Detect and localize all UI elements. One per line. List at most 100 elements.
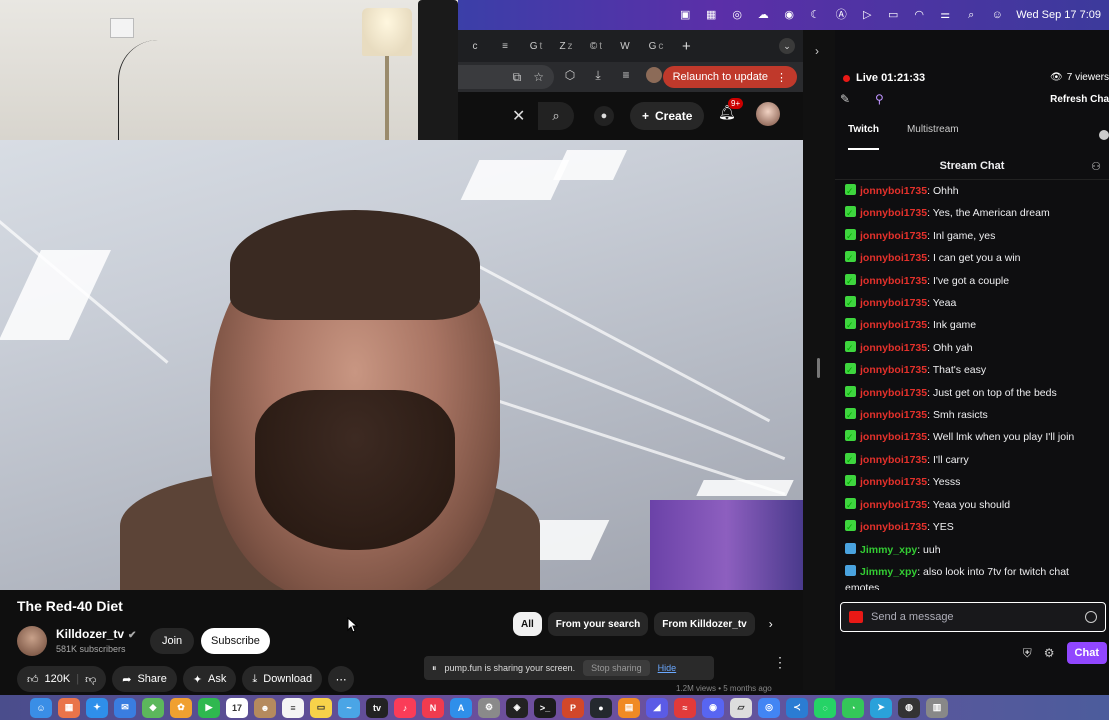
chat-username[interactable]: jonnyboi1735	[860, 342, 927, 354]
more-actions-button[interactable]: ⋯	[328, 666, 355, 692]
github-icon[interactable]: ●	[590, 697, 612, 718]
chat-username[interactable]: jonnyboi1735	[860, 454, 927, 466]
telegram-icon[interactable]: ➤	[870, 697, 892, 718]
browser-tab[interactable]: © t	[586, 38, 606, 54]
download-button[interactable]: ⤓ Download	[242, 666, 323, 692]
like-button[interactable]: 👍︎ 120K | 👎︎	[17, 666, 107, 692]
settings-icon[interactable]: ⚙	[478, 697, 500, 718]
calendar-icon[interactable]: 17	[226, 697, 248, 718]
chevron-right-icon[interactable]: ›	[815, 44, 819, 58]
cast-icon[interactable]: ◎	[730, 9, 744, 21]
bookmark-star-icon[interactable]: ☆	[533, 70, 544, 84]
notes-icon[interactable]: ▭	[310, 697, 332, 718]
spotify-icon[interactable]: ≈	[674, 697, 696, 718]
channel-name[interactable]: Killdozer_tv ✔	[56, 627, 136, 641]
books-icon[interactable]: ▤	[618, 697, 640, 718]
music-icon[interactable]: ♪	[394, 697, 416, 718]
filter-chip[interactable]: From your search	[547, 612, 649, 636]
chat-username[interactable]: Jimmy_xpy	[860, 544, 917, 556]
chat-username[interactable]: jonnyboi1735	[860, 207, 927, 219]
menubar-clock[interactable]: Wed Sep 17 7:09	[1016, 9, 1101, 21]
tab-multistream[interactable]: Multistream	[907, 124, 959, 150]
tab-twitch[interactable]: Twitch	[848, 124, 879, 150]
powerpoint-icon[interactable]: P	[562, 697, 584, 718]
chrome-icon[interactable]: ◎	[758, 697, 780, 718]
browser-tab[interactable]: Gc	[646, 38, 666, 54]
craft-icon[interactable]: ◢	[646, 697, 668, 718]
search-icon[interactable]: ⌕	[964, 9, 978, 21]
chat-username[interactable]: jonnyboi1735	[860, 387, 927, 399]
thumbs-down-icon[interactable]: 👎︎	[85, 673, 96, 686]
news-icon[interactable]: N	[422, 697, 444, 718]
edit-icon[interactable]: ✎	[840, 92, 850, 106]
play-icon[interactable]: ▷	[860, 9, 874, 21]
tv-icon[interactable]: tv	[366, 697, 388, 718]
chat-username[interactable]: jonnyboi1735	[860, 297, 927, 309]
contacts-icon[interactable]: ☻	[254, 697, 276, 718]
unity-icon[interactable]: ◈	[506, 697, 528, 718]
browser-tab[interactable]: W	[616, 38, 636, 54]
terminal-icon[interactable]: >_	[534, 697, 556, 718]
user-icon[interactable]: ☺	[990, 9, 1004, 21]
chat-username[interactable]: jonnyboi1735	[860, 409, 927, 421]
discord-icon[interactable]: ◉	[702, 697, 724, 718]
new-tab-button[interactable]: +	[682, 38, 691, 55]
browser-tab[interactable]: c	[466, 38, 486, 54]
video-menu-icon[interactable]: ⋮	[773, 654, 787, 671]
users-icon[interactable]: ⚇	[1091, 160, 1101, 173]
chevron-right-icon[interactable]: ›	[769, 617, 773, 631]
account-avatar[interactable]	[756, 102, 780, 126]
facetime-icon[interactable]: ▶	[198, 697, 220, 718]
resize-handle[interactable]	[817, 358, 820, 378]
chat-username[interactable]: jonnyboi1735	[860, 230, 927, 242]
tab-search-chevron-icon[interactable]: ⌄	[779, 38, 795, 54]
extension-icon[interactable]: ⬡	[562, 67, 578, 83]
profile-avatar[interactable]	[646, 67, 662, 83]
channel-avatar[interactable]	[17, 626, 47, 656]
input-a-icon[interactable]: Ⓐ	[834, 9, 848, 21]
battery-icon[interactable]: ▭	[886, 9, 900, 21]
browser-tab[interactable]: Zz	[556, 38, 576, 54]
grid-icon[interactable]: ▦	[704, 9, 718, 21]
whatsapp-icon[interactable]: ◌	[814, 697, 836, 718]
refresh-chat-button[interactable]: Refresh Cha	[1050, 94, 1109, 105]
stop-sharing-button[interactable]: Stop sharing	[583, 660, 650, 676]
info-icon[interactable]	[1099, 130, 1109, 140]
messages-icon[interactable]: ◔	[842, 697, 864, 718]
install-icon[interactable]: ⧉	[513, 70, 522, 85]
chat-username[interactable]: jonnyboi1735	[860, 499, 927, 511]
vscode-icon[interactable]: ≺	[786, 697, 808, 718]
gear-icon[interactable]: ⚙	[1044, 646, 1055, 660]
chat-username[interactable]: Jimmy_xpy	[860, 566, 917, 578]
chat-username[interactable]: jonnyboi1735	[860, 319, 927, 331]
mail-icon[interactable]: ✉	[114, 697, 136, 718]
appstore-icon[interactable]: A	[450, 697, 472, 718]
maps-icon[interactable]: ◆	[142, 697, 164, 718]
finder-icon[interactable]: ☺	[30, 697, 52, 718]
kebab-menu-icon[interactable]: ⋮	[776, 71, 787, 84]
chat-username[interactable]: jonnyboi1735	[860, 185, 927, 197]
safari-icon[interactable]: ✦	[86, 697, 108, 718]
screen-share-icon[interactable]: ▣	[678, 9, 692, 21]
share-icon[interactable]: ⚲	[875, 92, 884, 106]
wifi-icon[interactable]: ◠	[912, 9, 926, 21]
filter-chip[interactable]: From Killdozer_tv	[654, 612, 755, 636]
video-player[interactable]	[0, 140, 803, 590]
emote-icon[interactable]	[1085, 611, 1097, 623]
freeform-icon[interactable]: ~	[338, 697, 360, 718]
obs-icon[interactable]: ◍	[898, 697, 920, 718]
voice-search-button[interactable]: ●	[594, 106, 614, 126]
chat-input[interactable]: Send a message	[840, 602, 1106, 632]
photos-icon[interactable]: ✿	[170, 697, 192, 718]
shield-icon[interactable]: ⛨	[1023, 646, 1032, 661]
preview-icon[interactable]: ▱	[730, 697, 752, 718]
filter-chip[interactable]: All	[513, 612, 542, 636]
launchpad-icon[interactable]: ▦	[58, 697, 80, 718]
share-button[interactable]: ➦ Share	[112, 666, 177, 692]
control-center-icon[interactable]: ⚌	[938, 9, 952, 21]
clear-search-icon[interactable]: ✕	[512, 106, 525, 126]
create-button[interactable]: + Create	[630, 102, 705, 130]
ask-button[interactable]: ✦ Ask	[182, 666, 237, 692]
download-icon[interactable]: ⤓	[590, 67, 606, 83]
chat-username[interactable]: jonnyboi1735	[860, 275, 927, 287]
